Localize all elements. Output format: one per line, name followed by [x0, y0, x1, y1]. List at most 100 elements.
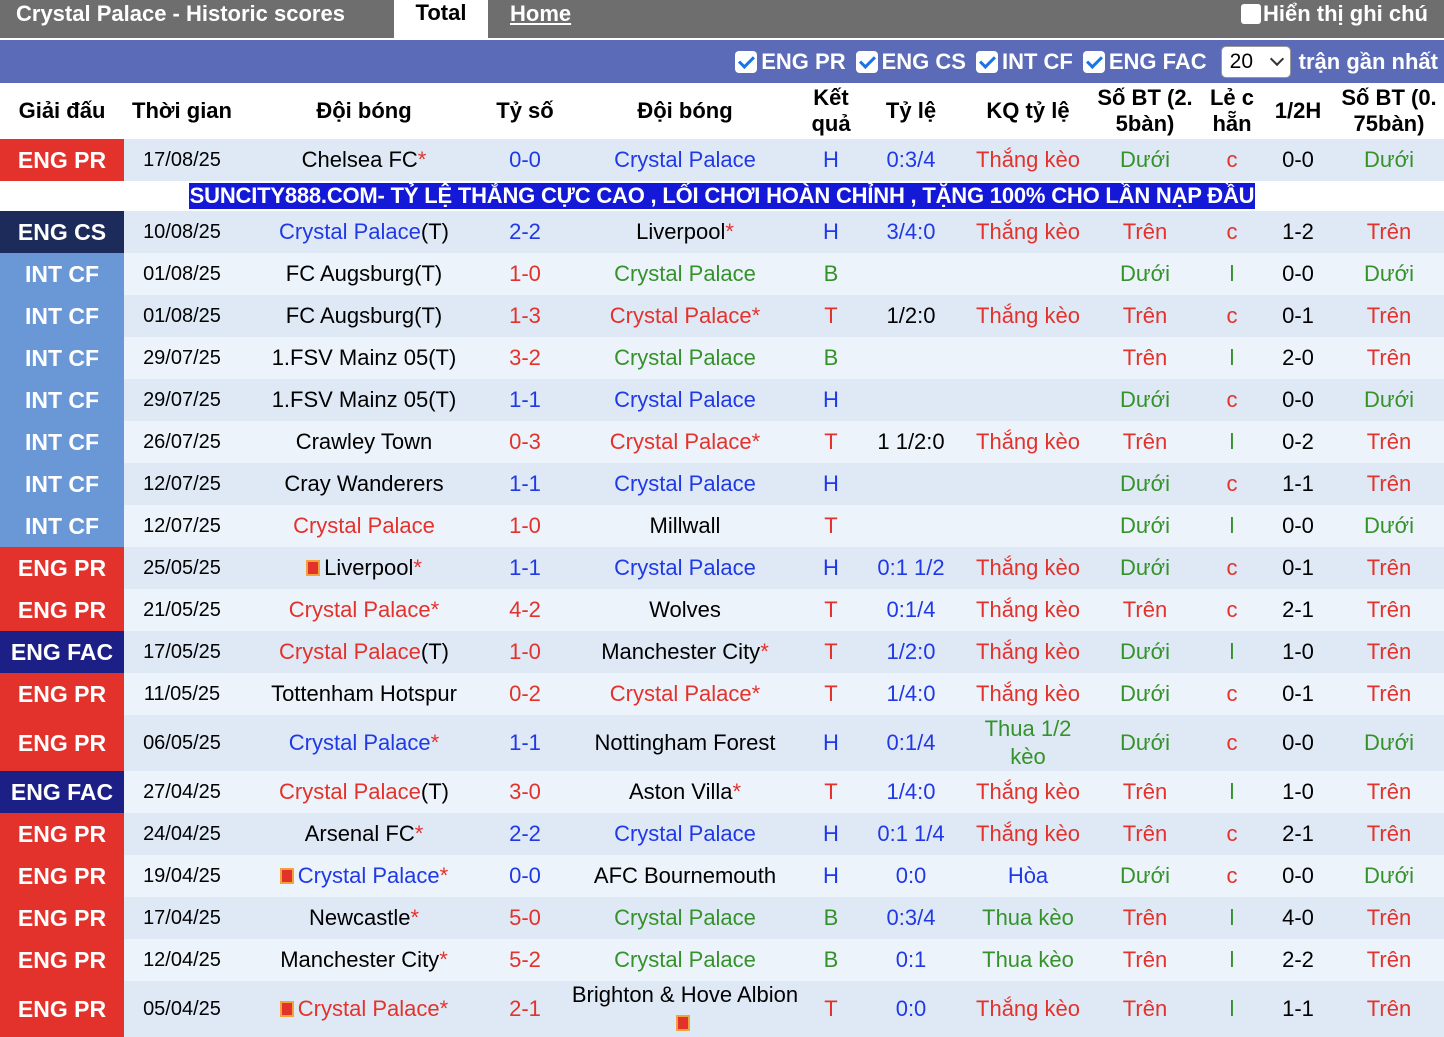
show-notes-checkbox[interactable]	[1241, 4, 1261, 24]
away-team-name[interactable]: Wolves	[649, 597, 721, 622]
league-badge[interactable]: INT CF	[0, 337, 124, 379]
league-badge[interactable]: ENG CS	[0, 211, 124, 253]
checkbox-icon[interactable]	[735, 51, 758, 73]
league-badge[interactable]: ENG PR	[0, 855, 124, 897]
away-team-name[interactable]: Millwall	[650, 513, 721, 538]
league-badge[interactable]: INT CF	[0, 463, 124, 505]
show-notes-toggle[interactable]: Hiển thị ghi chú	[1241, 1, 1428, 27]
league-badge[interactable]: ENG PR	[0, 547, 124, 589]
away-team-name[interactable]: Crystal Palace	[614, 555, 756, 580]
over-under-ht: Trên	[1334, 337, 1444, 379]
home-team-name[interactable]: Crystal Palace	[298, 863, 440, 888]
away-team-name[interactable]: Crystal Palace	[614, 905, 756, 930]
away-team-name[interactable]: Crystal Palace	[614, 345, 756, 370]
filter-eng-cs[interactable]: ENG CS	[855, 49, 966, 75]
home-team-name[interactable]: 1.FSV Mainz 05	[272, 345, 429, 370]
match-score[interactable]: 5-0	[488, 897, 562, 939]
league-badge[interactable]: INT CF	[0, 505, 124, 547]
home-team-name[interactable]: Crystal Palace	[289, 597, 431, 622]
home-team-name[interactable]: Crystal Palace	[279, 779, 421, 804]
home-team-name[interactable]: FC Augsburg	[286, 261, 414, 286]
away-team-name[interactable]: AFC Bournemouth	[594, 863, 776, 888]
match-score[interactable]: 2-1	[488, 981, 562, 1037]
match-count-select[interactable]: 20	[1220, 46, 1291, 78]
home-team-name[interactable]: Crystal Palace	[279, 219, 421, 244]
league-badge[interactable]: INT CF	[0, 421, 124, 463]
home-team-name[interactable]: Liverpool	[324, 555, 413, 580]
match-score[interactable]: 1-3	[488, 295, 562, 337]
league-badge[interactable]: ENG PR	[0, 813, 124, 855]
match-score[interactable]: 2-2	[488, 813, 562, 855]
home-team-name[interactable]: Crystal Palace	[289, 730, 431, 755]
away-team-name[interactable]: Brighton & Hove Albion	[572, 982, 798, 1007]
checkbox-icon[interactable]	[1082, 51, 1105, 73]
home-team-name[interactable]: Crystal Palace	[298, 996, 440, 1021]
match-score[interactable]: 0-3	[488, 421, 562, 463]
away-team-name[interactable]: Crystal Palace	[614, 147, 756, 172]
home-team-name[interactable]: Manchester City	[280, 947, 439, 972]
checkbox-icon[interactable]	[975, 51, 998, 73]
star-marker: *	[751, 429, 761, 454]
checkbox-icon[interactable]	[855, 51, 878, 73]
match-score[interactable]: 3-2	[488, 337, 562, 379]
match-score[interactable]: 2-2	[488, 211, 562, 253]
league-badge[interactable]: ENG PR	[0, 139, 124, 181]
match-score[interactable]: 3-0	[488, 771, 562, 813]
tab-total[interactable]: Total	[394, 0, 488, 38]
filter-eng-pr[interactable]: ENG PR	[735, 49, 846, 75]
league-badge[interactable]: ENG PR	[0, 673, 124, 715]
league-badge[interactable]: ENG PR	[0, 939, 124, 981]
league-badge[interactable]: ENG FAC	[0, 631, 124, 673]
tab-home[interactable]: Home	[510, 1, 571, 27]
match-score[interactable]: 1-1	[488, 547, 562, 589]
home-team-name[interactable]: Crystal Palace	[279, 639, 421, 664]
match-score[interactable]: 5-2	[488, 939, 562, 981]
away-team-name[interactable]: Aston Villa	[629, 779, 733, 804]
league-badge[interactable]: ENG PR	[0, 715, 124, 771]
match-score[interactable]: 1-1	[488, 715, 562, 771]
away-team-name[interactable]: Manchester City	[601, 639, 760, 664]
home-team-name[interactable]: Arsenal FC	[305, 821, 415, 846]
filter-eng-fac[interactable]: ENG FAC	[1082, 49, 1207, 75]
match-score[interactable]: 1-0	[488, 631, 562, 673]
match-score[interactable]: 1-1	[488, 463, 562, 505]
match-score[interactable]: 0-0	[488, 139, 562, 181]
league-badge[interactable]: INT CF	[0, 295, 124, 337]
ad-banner-link[interactable]: SUNCITY888.COM- TỶ LỆ THẮNG CỰC CAO , LỐ…	[188, 183, 1256, 209]
league-badge[interactable]: ENG PR	[0, 897, 124, 939]
star-marker: *	[439, 863, 449, 888]
home-team-name[interactable]: FC Augsburg	[286, 303, 414, 328]
league-badge[interactable]: INT CF	[0, 253, 124, 295]
home-team-name[interactable]: Chelsea FC	[302, 147, 418, 172]
match-score[interactable]: 1-0	[488, 253, 562, 295]
filter-int-cf[interactable]: INT CF	[975, 49, 1073, 75]
away-team-name[interactable]: Crystal Palace	[614, 471, 756, 496]
home-team-name[interactable]: Crawley Town	[296, 429, 433, 454]
league-badge[interactable]: ENG PR	[0, 981, 124, 1037]
home-team-name[interactable]: 1.FSV Mainz 05	[272, 387, 429, 412]
away-team-name[interactable]: Liverpool	[636, 219, 725, 244]
match-score[interactable]: 1-0	[488, 505, 562, 547]
league-badge[interactable]: ENG FAC	[0, 771, 124, 813]
away-team-name[interactable]: Crystal Palace	[610, 429, 752, 454]
league-badge[interactable]: ENG PR	[0, 589, 124, 631]
home-team-name[interactable]: Tottenham Hotspur	[271, 681, 457, 706]
away-team-name[interactable]: Crystal Palace	[614, 821, 756, 846]
filter-label: ENG PR	[761, 49, 846, 74]
match-score[interactable]: 0-0	[488, 855, 562, 897]
home-team-name[interactable]: Newcastle	[309, 905, 410, 930]
home-team-name[interactable]: Crystal Palace	[293, 513, 435, 538]
match-score[interactable]: 0-2	[488, 673, 562, 715]
away-team-name[interactable]: Crystal Palace	[614, 947, 756, 972]
match-score[interactable]: 4-2	[488, 589, 562, 631]
league-badge[interactable]: INT CF	[0, 379, 124, 421]
away-team-name[interactable]: Nottingham Forest	[595, 730, 776, 755]
away-team-name[interactable]: Crystal Palace	[614, 387, 756, 412]
away-team-name[interactable]: Crystal Palace	[610, 303, 752, 328]
away-team-name[interactable]: Crystal Palace	[610, 681, 752, 706]
ad-banner[interactable]: SUNCITY888.COM- TỶ LỆ THẮNG CỰC CAO , LỐ…	[0, 181, 1444, 211]
home-team-name[interactable]: Cray Wanderers	[284, 471, 443, 496]
neutral-marker: (T)	[420, 779, 449, 804]
away-team-name[interactable]: Crystal Palace	[614, 261, 756, 286]
match-score[interactable]: 1-1	[488, 379, 562, 421]
